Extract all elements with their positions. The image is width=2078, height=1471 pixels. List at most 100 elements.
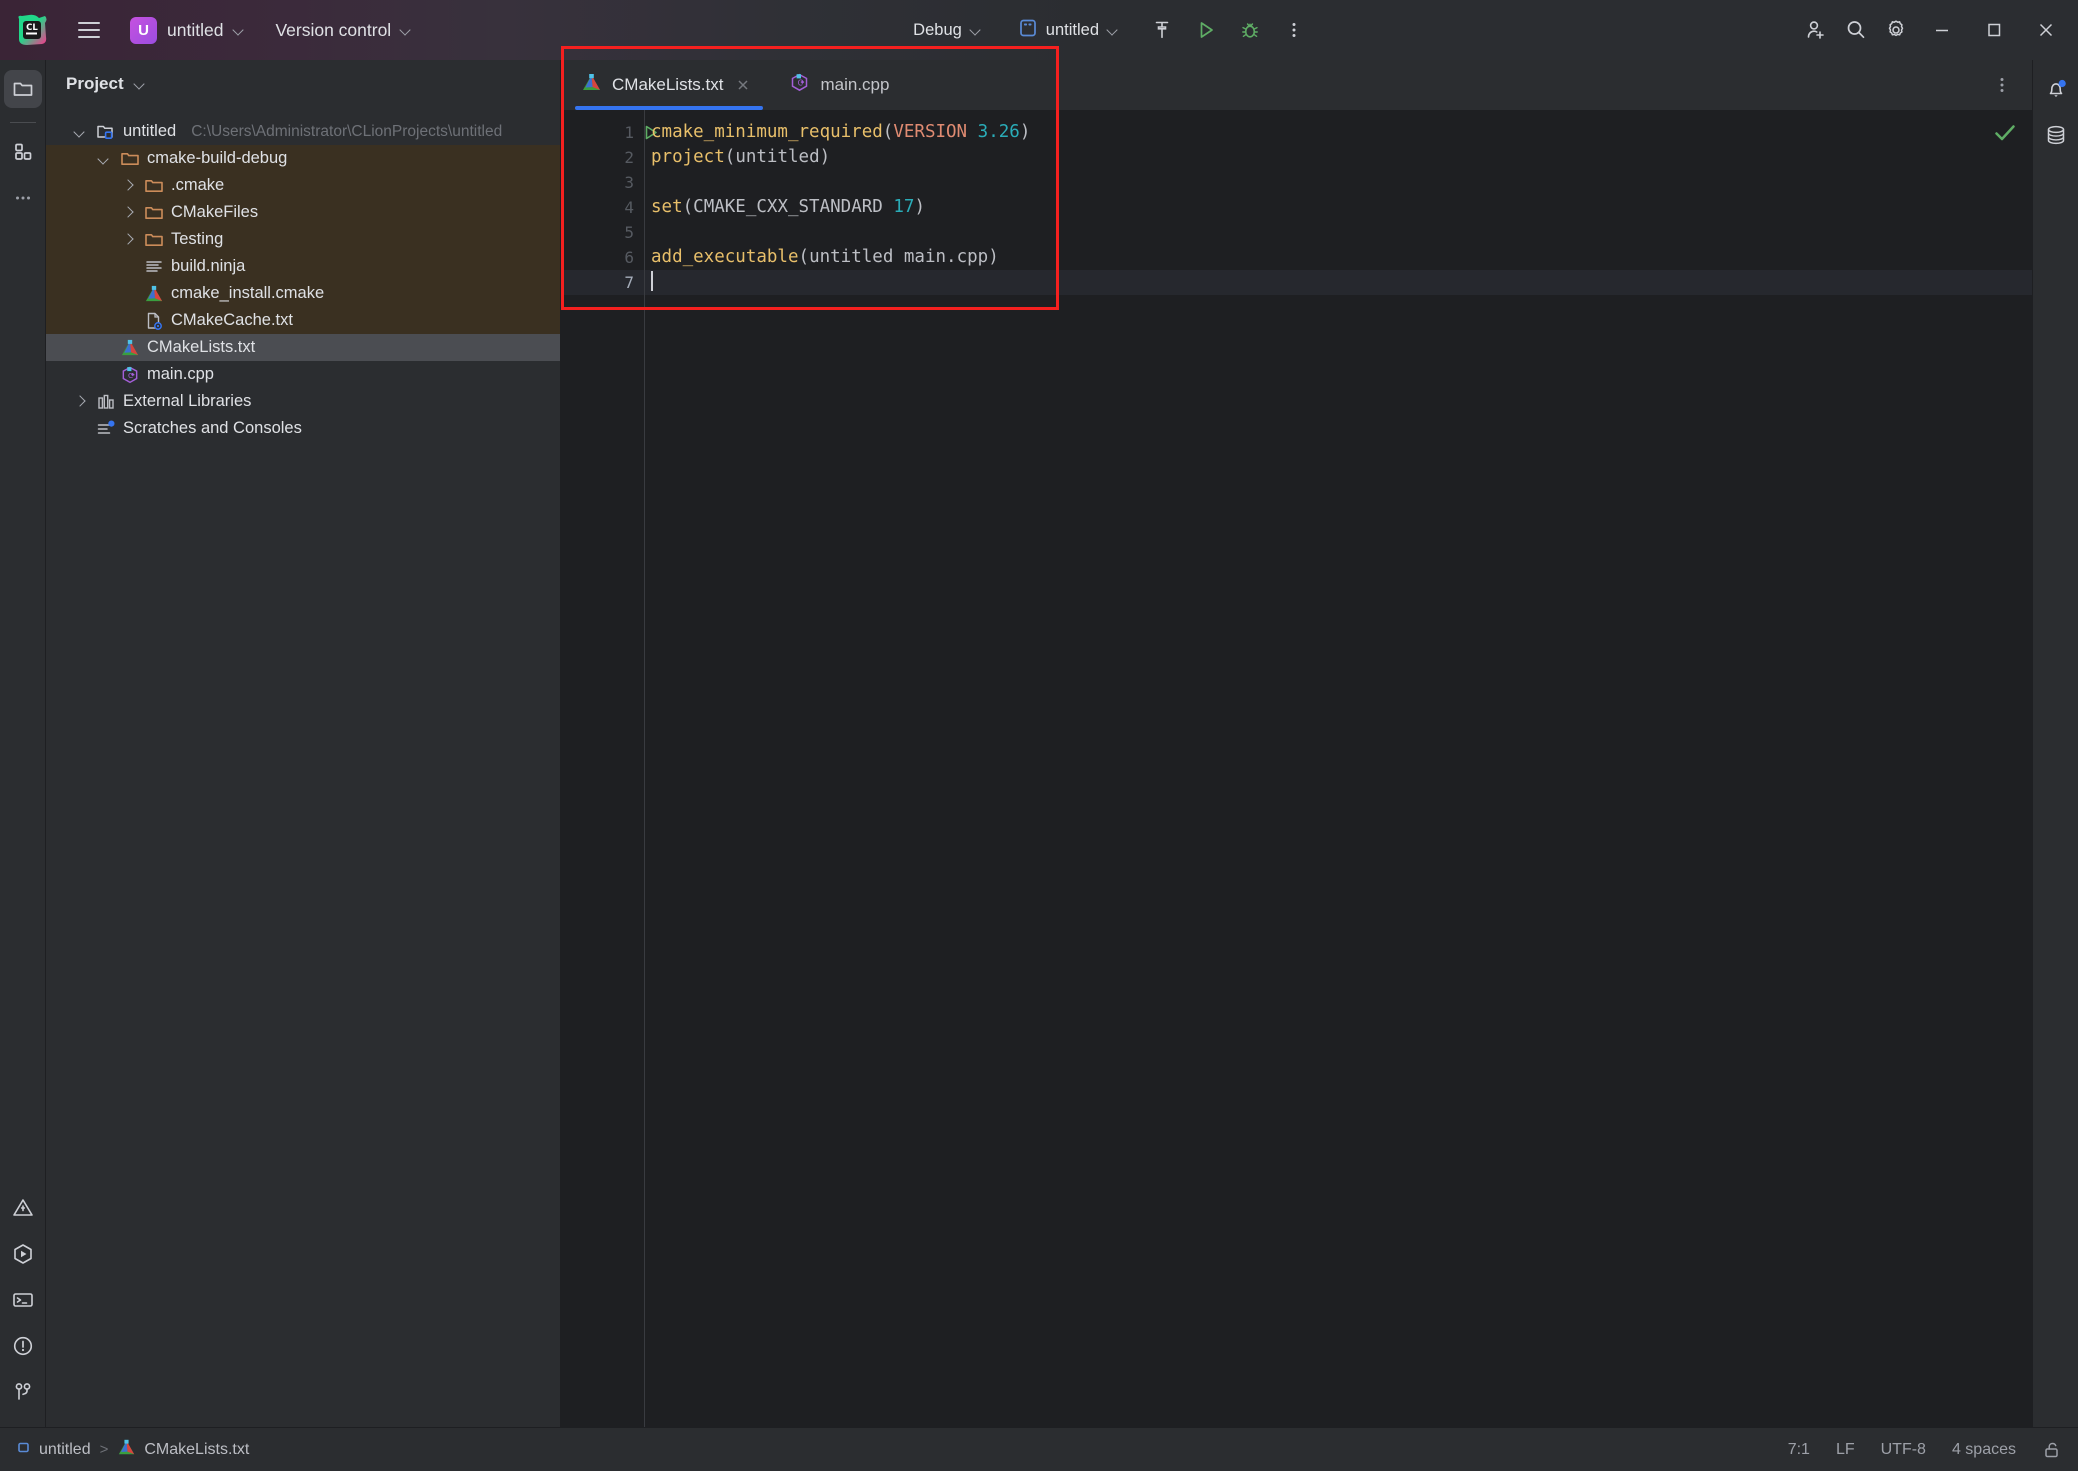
line-number-label: 6 (624, 248, 634, 267)
main-menu-button[interactable] (68, 9, 110, 51)
run-configuration-selector[interactable]: untitled (1009, 13, 1128, 48)
chevron-right-icon[interactable] (120, 204, 137, 221)
code-line[interactable] (645, 220, 2032, 245)
editor-gutter[interactable]: 1 2 3 4 5 6 7 (561, 110, 657, 1427)
sidebar-item-run[interactable] (4, 1235, 42, 1273)
tree-node[interactable]: CMakeCache.txt (46, 307, 560, 334)
more-actions-button[interactable] (1274, 10, 1314, 50)
account-button[interactable] (1796, 10, 1836, 50)
debug-button[interactable] (1230, 10, 1270, 50)
breadcrumb-file[interactable]: CMakeLists.txt (117, 1438, 249, 1462)
run-button[interactable] (1186, 10, 1226, 50)
editor-tab-actions (1982, 60, 2032, 110)
line-separator-indicator[interactable]: LF (1836, 1441, 1855, 1459)
maximize-icon (1988, 23, 2001, 37)
gutter-line-number[interactable]: 5 (561, 220, 644, 245)
sidebar-item-more[interactable] (4, 179, 42, 217)
sidebar-item-alerts[interactable] (4, 1327, 42, 1365)
editor-code-content[interactable]: cmake_minimum_required(VERSION 3.26) proj… (645, 110, 2032, 1427)
tree-node-label: CMakeLists.txt (147, 338, 256, 356)
sidebar-item-project[interactable] (3, 70, 42, 108)
left-tool-rail (0, 60, 46, 1427)
chevron-right-icon[interactable] (72, 393, 89, 410)
encoding-indicator[interactable]: UTF-8 (1881, 1441, 1926, 1459)
project-tool-window: Project untitled C:\Users\Administrator\C… (46, 60, 561, 1427)
gutter-line-number[interactable]: 1 (561, 120, 657, 145)
close-icon (2039, 23, 2053, 37)
caret-position-indicator[interactable]: 7:1 (1788, 1441, 1810, 1459)
sidebar-item-problems[interactable] (4, 1189, 42, 1227)
module-folder-icon (96, 122, 116, 142)
breadcrumb-project[interactable]: untitled (16, 1440, 91, 1460)
structure-blocks-icon (14, 143, 31, 160)
chevron-right-icon[interactable] (120, 177, 137, 194)
editor-tab-options-button[interactable] (1982, 65, 2022, 105)
tree-node[interactable]: CMakeLists.txt (46, 334, 560, 361)
chevron-down-icon[interactable] (96, 150, 113, 167)
maximize-window-button[interactable] (1968, 7, 2020, 53)
version-control-widget[interactable]: Version control (265, 15, 422, 46)
hamburger-line (78, 22, 100, 24)
ellipsis-icon (15, 196, 30, 200)
module-icon (16, 1440, 31, 1460)
close-tab-icon[interactable] (733, 75, 753, 95)
sidebar-item-structure[interactable] (4, 133, 42, 171)
gutter-line-number[interactable]: 6 (561, 245, 644, 270)
chevron-down-icon[interactable] (72, 123, 89, 140)
tree-node[interactable]: .cmake (46, 172, 560, 199)
code-line[interactable]: cmake_minimum_required(VERSION 3.26) (645, 120, 2032, 145)
code-line[interactable]: project(untitled) (645, 145, 2032, 170)
sidebar-item-version-control[interactable] (4, 1373, 42, 1411)
tree-node[interactable]: CMakeFiles (46, 199, 560, 226)
code-line[interactable] (645, 170, 2032, 195)
clion-logo-icon: CL (14, 12, 50, 48)
sidebar-item-notifications[interactable] (2037, 70, 2075, 108)
inspection-status-icon[interactable] (1992, 120, 2018, 146)
tree-node[interactable]: cmake_install.cmake (46, 280, 560, 307)
sidebar-item-terminal[interactable] (4, 1281, 42, 1319)
unlocked-padlock-icon[interactable] (2042, 1440, 2062, 1460)
project-widget[interactable]: U untitled (124, 12, 255, 49)
code-token-arg (883, 197, 894, 217)
code-line[interactable] (645, 270, 2032, 295)
line-number-label: 4 (624, 198, 634, 217)
tree-node[interactable]: untitled C:\Users\Administrator\CLionProj… (46, 118, 560, 145)
terminal-icon (12, 1293, 33, 1307)
editor-tab-maincpp[interactable]: C main.cpp (769, 60, 905, 110)
tree-node[interactable]: Scratches and Consoles (46, 415, 560, 442)
indent-indicator[interactable]: 4 spaces (1952, 1441, 2016, 1459)
add-user-icon (1807, 21, 1824, 39)
exclamation-circle-icon (13, 1336, 32, 1356)
tree-node[interactable]: build.ninja (46, 253, 560, 280)
chevron-right-icon[interactable] (120, 231, 137, 248)
editor-vertical-scrollbar[interactable] (2020, 160, 2032, 1427)
run-configuration-profile[interactable]: Debug (904, 16, 991, 45)
breadcrumb-file-label: CMakeLists.txt (144, 1440, 250, 1458)
build-button[interactable] (1142, 10, 1182, 50)
line-number-label: 5 (624, 223, 634, 242)
gutter-line-number[interactable]: 2 (561, 145, 644, 170)
title-bar-center-group: Debug untitled (422, 10, 1796, 50)
settings-button[interactable] (1876, 10, 1916, 50)
tree-node[interactable]: Testing (46, 226, 560, 253)
close-window-button[interactable] (2020, 7, 2072, 53)
minimize-window-button[interactable] (1916, 7, 1968, 53)
gutter-line-number[interactable]: 7 (561, 270, 644, 295)
sidebar-item-database[interactable] (2037, 116, 2075, 154)
project-panel-header[interactable]: Project (46, 60, 560, 108)
code-line[interactable]: add_executable(untitled main.cpp) (645, 245, 2032, 270)
tree-node[interactable]: C main.cpp (46, 361, 560, 388)
code-token-par: ) (1019, 122, 1031, 142)
tree-node[interactable]: cmake-build-debug (46, 145, 560, 172)
code-editor[interactable]: 1 2 3 4 5 6 7 cmake_minimum_required(VERSION … (561, 110, 2032, 1427)
editor-tab-cmakelists[interactable]: CMakeLists.txt (561, 60, 770, 110)
gutter-line-number[interactable]: 4 (561, 195, 644, 220)
code-token-num: 17 (893, 197, 915, 217)
hamburger-line (78, 36, 100, 38)
tree-node-label: CMakeCache.txt (171, 311, 293, 329)
search-everywhere-button[interactable] (1836, 10, 1876, 50)
gutter-line-number[interactable]: 3 (561, 170, 644, 195)
code-line[interactable]: set(CMAKE_CXX_STANDARD 17) (645, 195, 2032, 220)
tree-node[interactable]: External Libraries (46, 388, 560, 415)
project-tree[interactable]: untitled C:\Users\Administrator\CLionProj… (46, 108, 560, 1427)
